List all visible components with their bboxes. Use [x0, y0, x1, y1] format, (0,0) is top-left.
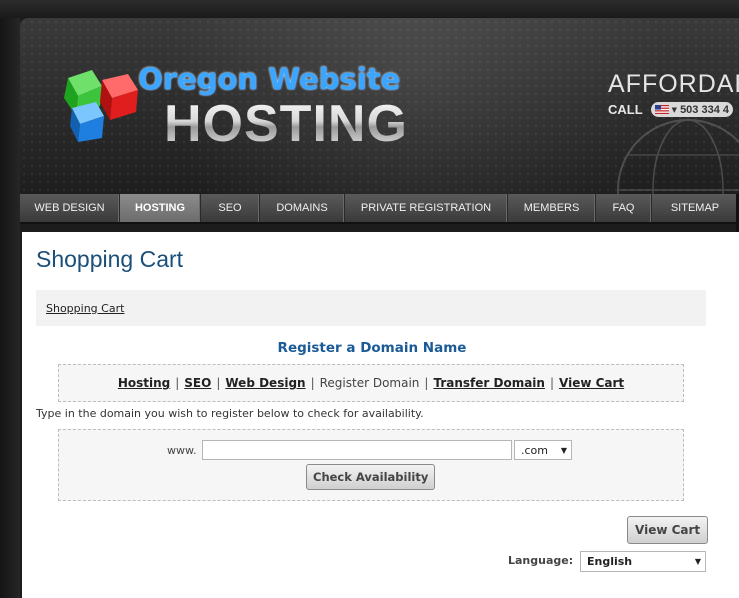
call-label: CALL — [608, 102, 643, 117]
language-selected-value: English — [587, 555, 633, 568]
domain-search-box: www. .com ▼ Check Availability — [58, 429, 684, 501]
subnav-register-domain-current: Register Domain — [319, 376, 420, 390]
tagline: AFFORDABL — [608, 70, 739, 98]
left-border — [0, 18, 20, 598]
language-label: Language: — [508, 554, 574, 567]
check-availability-button[interactable]: Check Availability — [306, 464, 436, 490]
tld-selected-value: .com — [521, 443, 548, 457]
subnav-separator: | — [216, 376, 221, 390]
chevron-down-icon: ▼ — [560, 445, 567, 455]
breadcrumb-link-shopping-cart[interactable]: Shopping Cart — [46, 302, 124, 315]
main-nav: WEB DESIGN HOSTING SEO DOMAINS PRIVATE R… — [20, 194, 739, 224]
main-content: Shopping Cart Shopping Cart Register a D… — [22, 232, 739, 598]
nav-web-design[interactable]: WEB DESIGN — [20, 194, 120, 222]
site-header: Oregon Website HOSTING AFFORDABL CALL ▼ … — [20, 18, 739, 194]
page-title: Shopping Cart — [36, 246, 184, 272]
subnav-view-cart-link[interactable]: View Cart — [559, 376, 624, 390]
nav-members[interactable]: MEMBERS — [508, 194, 596, 222]
nav-private-registration[interactable]: PRIVATE REGISTRATION — [345, 194, 508, 222]
globe-icon — [617, 119, 739, 194]
view-cart-button[interactable]: View Cart — [627, 516, 709, 544]
subnav-separator: | — [175, 376, 180, 390]
cubes-logo-icon — [64, 70, 138, 142]
subnav-seo-link[interactable]: SEO — [184, 376, 211, 390]
domain-input[interactable] — [202, 440, 512, 460]
subnav-separator: | — [549, 376, 555, 390]
phone-selector[interactable]: ▼ 503 334 4 — [650, 102, 733, 117]
nav-sitemap[interactable]: SITEMAP — [652, 194, 739, 222]
breadcrumb: Shopping Cart — [36, 290, 706, 326]
www-label: www. — [167, 444, 197, 457]
nav-domains[interactable]: DOMAINS — [260, 194, 345, 222]
call-row: CALL ▼ 503 334 4 — [608, 102, 733, 117]
subnav-separator: | — [424, 376, 429, 390]
us-flag-icon — [654, 105, 669, 114]
subnav-hosting-link[interactable]: Hosting — [118, 376, 170, 390]
phone-number: 503 334 4 — [680, 103, 729, 116]
chevron-down-icon: ▼ — [694, 557, 701, 566]
nav-faq[interactable]: FAQ — [596, 194, 652, 222]
logo-title-top: Oregon Website — [138, 62, 401, 96]
instruction-text: Type in the domain you wish to register … — [36, 407, 424, 420]
logo-title-bottom: HOSTING — [164, 95, 408, 153]
subnav-transfer-domain-link[interactable]: Transfer Domain — [433, 376, 545, 390]
language-select[interactable]: English ▼ — [580, 551, 706, 572]
header-top-strip — [0, 0, 739, 18]
subnav-web-design-link[interactable]: Web Design — [225, 376, 305, 390]
cart-subnav: Hosting | SEO | Web Design | Register Do… — [58, 364, 684, 402]
nav-hosting[interactable]: HOSTING — [120, 194, 201, 222]
tld-select[interactable]: .com ▼ — [514, 440, 572, 460]
chevron-down-icon: ▼ — [671, 105, 678, 114]
section-title: Register a Domain Name — [277, 340, 467, 356]
nav-seo[interactable]: SEO — [201, 194, 260, 222]
subnav-separator: | — [310, 376, 315, 390]
